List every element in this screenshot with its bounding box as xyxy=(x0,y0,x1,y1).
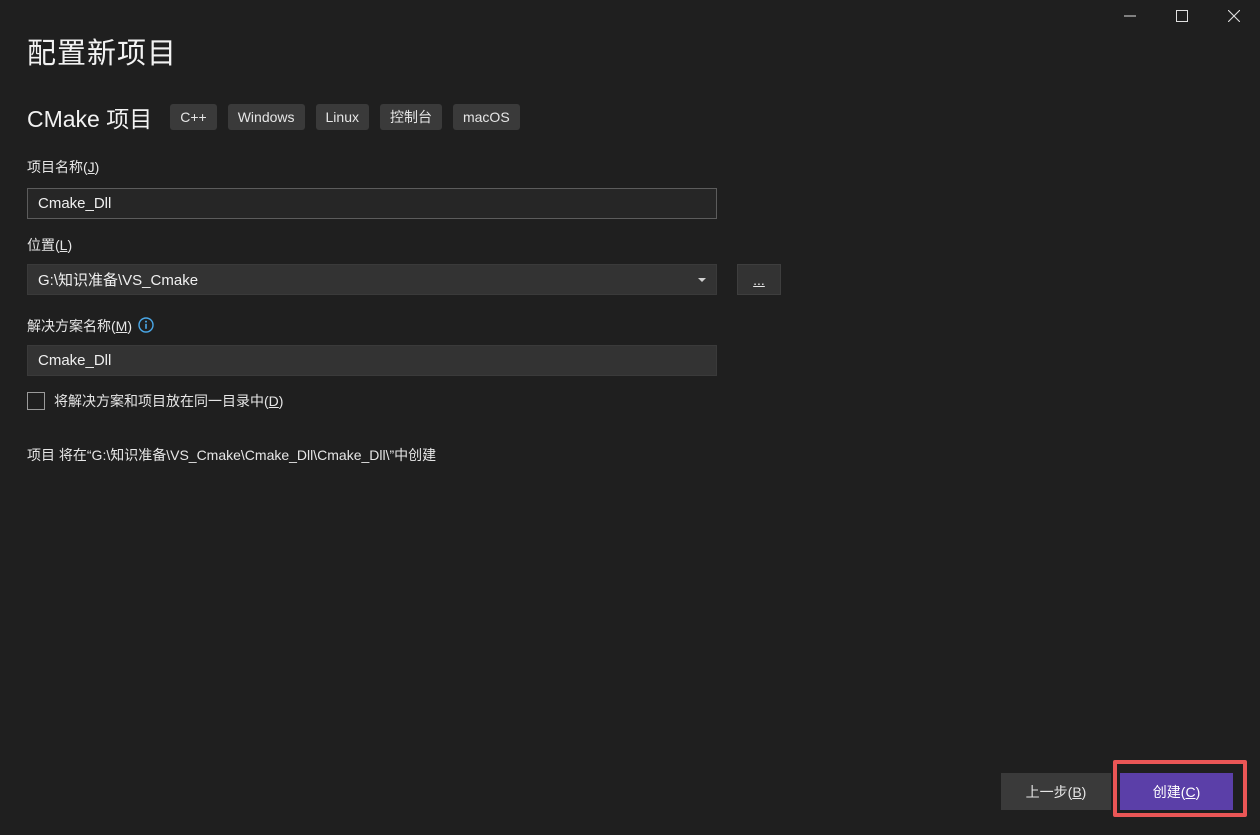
tag-macos: macOS xyxy=(452,104,520,130)
template-name: CMake 项目 xyxy=(27,106,153,132)
solution-name-label: 解决方案名称(M) xyxy=(27,316,154,337)
create-button[interactable]: 创建(C) xyxy=(1120,773,1233,810)
info-icon[interactable] xyxy=(138,317,154,336)
close-icon xyxy=(1228,10,1240,22)
page-title: 配置新项目 xyxy=(27,38,178,70)
close-button[interactable] xyxy=(1208,0,1260,32)
same-directory-checkbox[interactable] xyxy=(27,392,45,410)
minimize-icon xyxy=(1124,15,1136,17)
window-controls xyxy=(1104,0,1260,32)
solution-name-input[interactable] xyxy=(27,345,717,376)
same-directory-label: 将解决方案和项目放在同一目录中(D) xyxy=(54,393,284,409)
location-label: 位置(L) xyxy=(27,237,73,253)
back-button[interactable]: 上一步(B) xyxy=(1001,773,1111,810)
project-name-label: 项目名称(J) xyxy=(27,159,100,175)
same-directory-option[interactable]: 将解决方案和项目放在同一目录中(D) xyxy=(27,391,283,411)
location-value: G:\知识准备\VS_Cmake xyxy=(38,272,199,289)
browse-button[interactable]: ... xyxy=(737,264,781,295)
chevron-down-icon xyxy=(698,277,706,282)
maximize-icon xyxy=(1176,10,1188,22)
project-name-input[interactable] xyxy=(27,188,717,219)
maximize-button[interactable] xyxy=(1156,0,1208,32)
tag-linux: Linux xyxy=(315,104,369,130)
tag-console: 控制台 xyxy=(379,104,442,130)
template-info: CMake 项目 C++ Windows Linux 控制台 macOS xyxy=(27,100,531,134)
configure-project-window: 配置新项目 CMake 项目 C++ Windows Linux 控制台 mac… xyxy=(0,0,1260,835)
minimize-button[interactable] xyxy=(1104,0,1156,32)
location-dropdown[interactable]: G:\知识准备\VS_Cmake xyxy=(27,264,717,295)
tag-cpp: C++ xyxy=(170,104,217,130)
project-path-note: 项目 将在“G:\知识准备\VS_Cmake\Cmake_Dll\Cmake_D… xyxy=(27,447,437,463)
tag-windows: Windows xyxy=(227,104,305,130)
